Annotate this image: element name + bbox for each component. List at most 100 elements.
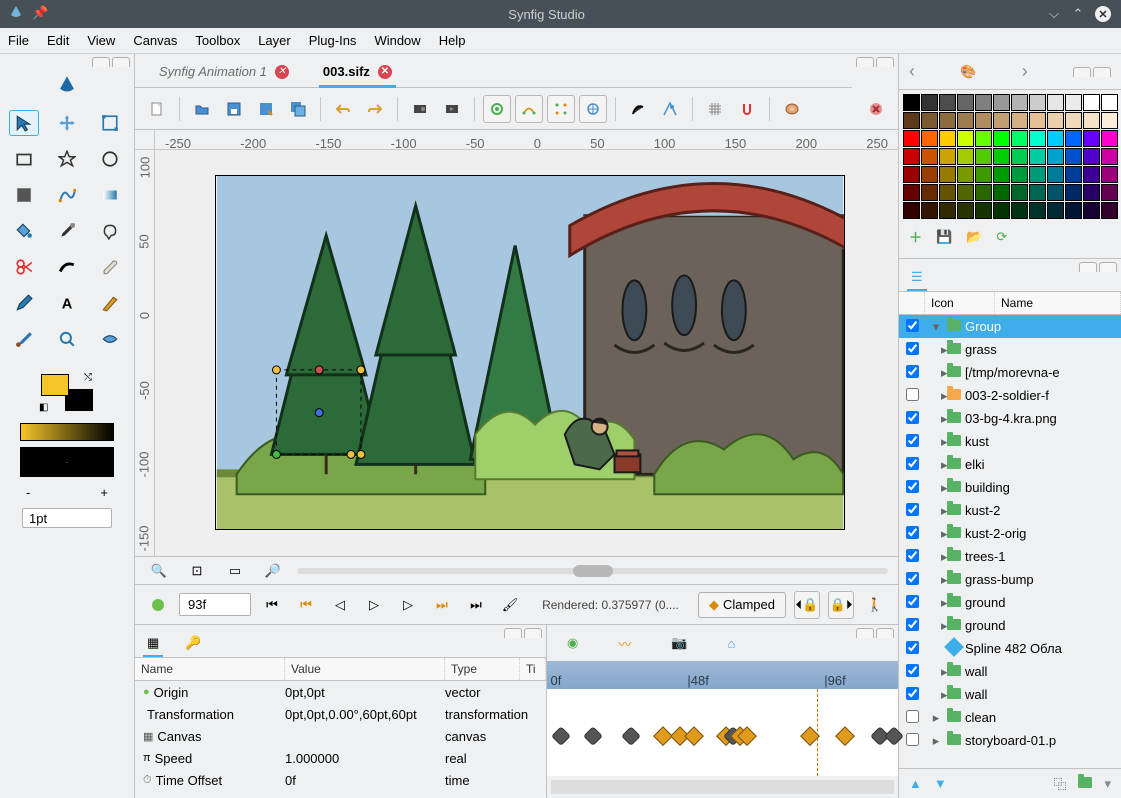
background-color[interactable] xyxy=(65,389,93,411)
snap-toggle-icon[interactable] xyxy=(733,95,761,123)
layer-expand-icon[interactable]: ▸ xyxy=(925,687,947,703)
palette-swatch[interactable] xyxy=(1047,112,1064,129)
palette-swatch[interactable] xyxy=(1083,166,1100,183)
menu-file[interactable]: File xyxy=(8,33,29,48)
sketch-tool[interactable] xyxy=(95,290,125,316)
param-row[interactable]: ●Origin0pt,0ptvector xyxy=(135,681,546,703)
palette-swatch[interactable] xyxy=(957,166,974,183)
transform-tool[interactable] xyxy=(9,110,39,136)
layer-row[interactable]: ▸wall xyxy=(899,683,1121,706)
keyframe-lock-future-icon[interactable]: 🔒⏵ xyxy=(828,591,854,619)
zoom-tool[interactable] xyxy=(52,326,82,352)
layers-tab-icon[interactable]: ☰ xyxy=(907,263,927,291)
palette-swatch[interactable] xyxy=(1029,94,1046,111)
palette-swatch[interactable] xyxy=(1047,148,1064,165)
palette-swatch[interactable] xyxy=(957,148,974,165)
layer-expand-icon[interactable]: ▸ xyxy=(925,664,947,680)
layer-expand-icon[interactable]: ▸ xyxy=(925,710,947,726)
palette-swatch[interactable] xyxy=(1047,202,1064,219)
tl-curve-icon[interactable]: 〰 xyxy=(618,634,631,653)
render-icon[interactable] xyxy=(438,95,466,123)
layer-expand-icon[interactable]: ▸ xyxy=(925,388,947,404)
document-tab[interactable]: Synfig Animation 1✕ xyxy=(145,58,303,87)
layer-row[interactable]: ▸[/tmp/morevna-e xyxy=(899,361,1121,384)
save-as-icon[interactable] xyxy=(252,95,280,123)
zoom-page-icon[interactable]: ▭ xyxy=(221,557,249,585)
nav-next-icon[interactable]: › xyxy=(1022,61,1028,82)
layer-row[interactable]: ▸003-2-soldier-f xyxy=(899,384,1121,407)
param-row[interactable]: πSpeed1.000000real xyxy=(135,747,546,769)
brush-icon[interactable]: 🖌 xyxy=(497,591,523,619)
param-value[interactable]: 0f xyxy=(285,773,445,788)
palette-tab-icon[interactable]: 🎨 xyxy=(960,64,976,80)
palette-swatch[interactable] xyxy=(1047,130,1064,147)
layer-visibility-checkbox[interactable] xyxy=(906,365,919,378)
palette-add-icon[interactable]: ＋ xyxy=(909,227,922,246)
layer-row[interactable]: ▾Group xyxy=(899,315,1121,338)
play-icon[interactable]: ▷ xyxy=(361,591,387,619)
animate-mode-icon[interactable]: 🚶 xyxy=(862,591,888,619)
menu-canvas[interactable]: Canvas xyxy=(133,33,177,48)
layer-new-folder-icon[interactable] xyxy=(1078,776,1092,791)
palette-swatch[interactable] xyxy=(1101,130,1118,147)
layer-visibility-checkbox[interactable] xyxy=(906,411,919,424)
menu-view[interactable]: View xyxy=(87,33,115,48)
layer-up-icon[interactable]: ▲ xyxy=(909,776,922,791)
circle-tool[interactable] xyxy=(95,146,125,172)
layer-row[interactable]: ▸wall xyxy=(899,660,1121,683)
layer-row[interactable]: ▸kust-2 xyxy=(899,499,1121,522)
palette-swatch[interactable] xyxy=(975,112,992,129)
redo-icon[interactable] xyxy=(361,95,389,123)
fill-tool[interactable] xyxy=(9,218,39,244)
layer-expand-icon[interactable]: ▸ xyxy=(925,365,947,381)
brush-size-field[interactable]: 1pt xyxy=(22,508,112,528)
palette-swatch[interactable] xyxy=(1065,166,1082,183)
layer-visibility-checkbox[interactable] xyxy=(906,664,919,677)
palette-swatch[interactable] xyxy=(1101,166,1118,183)
grid-toggle-icon[interactable] xyxy=(701,95,729,123)
render-preview-icon[interactable] xyxy=(406,95,434,123)
layer-visibility-checkbox[interactable] xyxy=(906,388,919,401)
palette-swatch[interactable] xyxy=(1029,148,1046,165)
layer-expand-icon[interactable]: ▸ xyxy=(925,572,947,588)
layer-row[interactable]: ▸grass xyxy=(899,338,1121,361)
param-row[interactable]: Transformation0pt,0pt,0.00°,60pt,60pttra… xyxy=(135,703,546,725)
palette-swatch[interactable] xyxy=(921,148,938,165)
palette-swatch[interactable] xyxy=(1101,202,1118,219)
onion-skin-icon[interactable] xyxy=(145,591,171,619)
palette-swatch[interactable] xyxy=(1011,94,1028,111)
layer-row[interactable]: ▸building xyxy=(899,476,1121,499)
layer-visibility-checkbox[interactable] xyxy=(906,595,919,608)
palette-swatch[interactable] xyxy=(903,148,920,165)
layer-expand-icon[interactable]: ▸ xyxy=(925,457,947,473)
palette-swatch[interactable] xyxy=(993,94,1010,111)
cancel-render-icon[interactable] xyxy=(862,95,890,123)
layer-visibility-checkbox[interactable] xyxy=(906,549,919,562)
param-row[interactable]: ▦Canvascanvas xyxy=(135,725,546,747)
undo-icon[interactable] xyxy=(329,95,357,123)
palette-swatch[interactable] xyxy=(1011,112,1028,129)
param-value[interactable]: 0pt,0pt xyxy=(285,685,445,700)
interpolation-mode-button[interactable]: ◆ Clamped xyxy=(698,592,786,618)
palette-swatch[interactable] xyxy=(993,130,1010,147)
palette-swatch[interactable] xyxy=(1083,130,1100,147)
menu-layer[interactable]: Layer xyxy=(258,33,291,48)
palette-swatch[interactable] xyxy=(1047,184,1064,201)
layer-expand-icon[interactable]: ▸ xyxy=(925,503,947,519)
palette-swatch[interactable] xyxy=(1029,184,1046,201)
cutout-tool[interactable] xyxy=(9,254,39,280)
layer-expand-icon[interactable]: ▾ xyxy=(925,319,947,335)
layer-expand-icon[interactable]: ▸ xyxy=(925,342,947,358)
layer-row[interactable]: ▸kust-2-orig xyxy=(899,522,1121,545)
tl-home-icon[interactable]: ⌂ xyxy=(728,636,736,651)
palette-swatch[interactable] xyxy=(1011,148,1028,165)
save-all-icon[interactable] xyxy=(284,95,312,123)
tl-keyframe-icon[interactable]: ◉ xyxy=(567,635,578,651)
bone-tool[interactable] xyxy=(95,254,125,280)
palette-swatch[interactable] xyxy=(975,184,992,201)
open-file-icon[interactable] xyxy=(188,95,216,123)
params-tab-icon[interactable]: ▦ xyxy=(143,629,163,657)
layer-visibility-checkbox[interactable] xyxy=(906,434,919,447)
menu-help[interactable]: Help xyxy=(439,33,466,48)
layer-expand-icon[interactable]: ▸ xyxy=(925,526,947,542)
